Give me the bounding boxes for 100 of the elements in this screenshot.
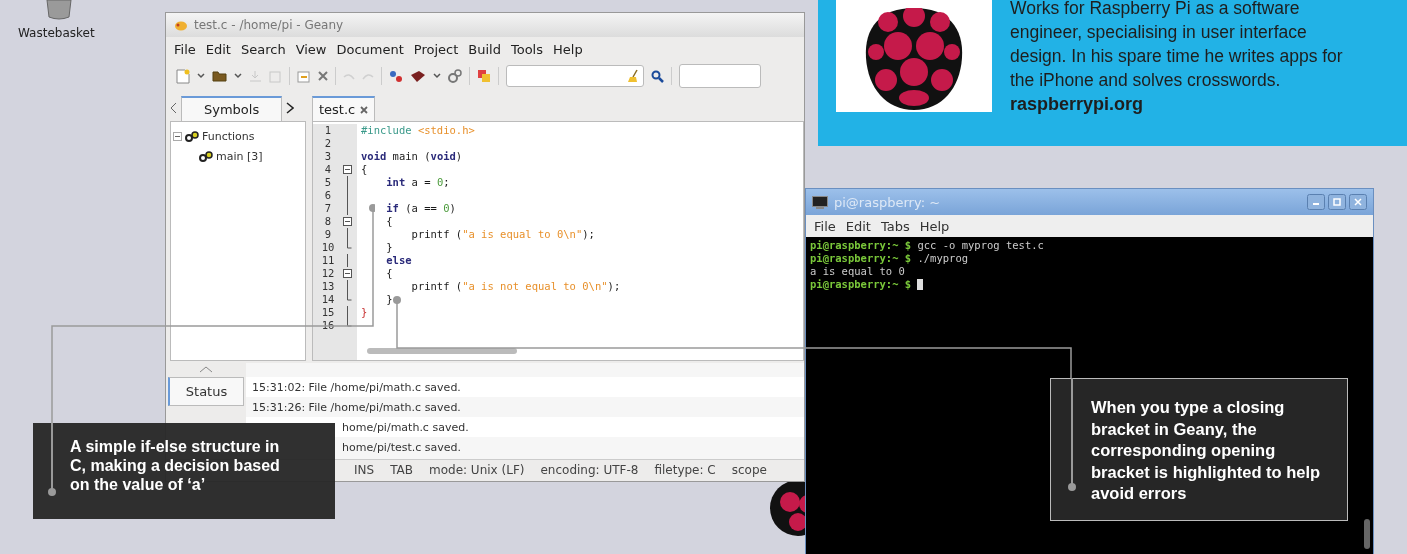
menu-item[interactable]: Edit [205, 41, 231, 57]
file-tab[interactable]: test.c [312, 96, 376, 121]
code-line: printf ("a is equal to 0\n"); [410, 228, 595, 240]
scroll-up-icon[interactable] [199, 365, 213, 373]
menu-item[interactable]: File [814, 218, 836, 234]
leader-dot-icon [1068, 483, 1076, 491]
log-message: home/pi/test.c saved. [342, 440, 462, 454]
shell-prompt: pi@raspberry:~ $ [810, 252, 912, 265]
line-number: 2 [323, 137, 333, 150]
code-line: { [385, 215, 393, 227]
scroll-right-icon[interactable] [286, 102, 295, 114]
folder-icon[interactable] [212, 70, 227, 82]
sidebar-tab[interactable]: Symbols [181, 95, 283, 121]
menu-item[interactable]: Build [468, 41, 501, 57]
status-item: mode: Unix (LF) [429, 463, 525, 477]
log-message: 15:31:26: File /home/pi/math.c saved. [252, 400, 461, 414]
symbol-icon [185, 130, 199, 142]
line-number: 11 [320, 254, 336, 267]
close-icon[interactable] [360, 105, 369, 114]
app-icon [174, 19, 188, 31]
terminal-text: a is equal to 0 [810, 265, 905, 278]
shell-prompt: pi@raspberry:~ $ [810, 239, 912, 252]
line-number: 16 [320, 319, 336, 332]
line-number: 7 [323, 202, 333, 215]
code-line: int a = 0; [385, 176, 450, 188]
terminal-text: ./myprog [916, 252, 969, 265]
menu-item[interactable]: Search [240, 41, 286, 57]
fold-marker-icon[interactable] [343, 215, 352, 228]
status-item: encoding: UTF-8 [540, 463, 639, 477]
line-number: 12 [320, 267, 336, 280]
line-number: 6 [323, 189, 333, 202]
icon-label[interactable]: Wastebasket [18, 26, 95, 40]
line-number: 4 [323, 163, 333, 176]
scrollbar[interactable] [1364, 519, 1370, 549]
dropdown-icon[interactable] [197, 73, 205, 79]
code-line: } [385, 293, 393, 305]
maximize-icon[interactable] [1328, 194, 1346, 210]
line-number: 9 [323, 228, 333, 241]
message-tab[interactable]: Status [167, 377, 245, 406]
line-number: 10 [320, 241, 336, 254]
menu-item[interactable]: Document [336, 41, 404, 57]
code-line: else [385, 254, 412, 266]
line-number: 15 [320, 306, 336, 319]
tree-item[interactable]: Functions [202, 129, 255, 143]
log-message: home/pi/math.c saved. [342, 420, 469, 434]
fold-marker-icon[interactable] [343, 163, 352, 176]
bio-text: Works for Raspberry Pi as a software engineer, specialising in user interface design. In his spare time he writes apps for the iPhone and solves crosswords. [1010, 0, 1344, 92]
code-line: if (a == 0) [385, 202, 456, 214]
scrollbar[interactable] [367, 348, 517, 354]
status-item: INS [354, 463, 375, 477]
leader-dot-icon [48, 488, 56, 496]
code-line: } [361, 306, 368, 318]
scroll-left-icon[interactable] [170, 102, 177, 114]
code-line: } [385, 241, 393, 253]
close-icon[interactable] [1349, 194, 1367, 210]
menu-item[interactable]: Help [919, 218, 950, 234]
code-line: { [361, 163, 368, 175]
shell-prompt: pi@raspberry:~ $ [810, 278, 912, 291]
symbol-icon [199, 150, 213, 162]
line-number: 1 [323, 124, 333, 137]
terminal-icon [812, 195, 828, 209]
wastebasket-icon[interactable] [44, 0, 74, 20]
log-message: 15:31:02: File /home/pi/math.c saved. [252, 380, 461, 394]
dropdown-icon[interactable] [433, 73, 441, 79]
compile-icon[interactable] [389, 69, 403, 83]
line-number: 5 [323, 176, 333, 189]
menu-item[interactable]: View [295, 41, 327, 57]
line-number: 3 [323, 150, 333, 163]
menu-item[interactable]: File [174, 41, 196, 57]
window-title: pi@raspberry: ~ [834, 194, 941, 210]
code-line: printf ("a is not equal to 0\n"); [410, 280, 621, 292]
close-icon[interactable] [318, 71, 328, 81]
tree-item[interactable]: main [3] [216, 149, 263, 163]
menu-item[interactable]: Edit [845, 218, 871, 234]
broom-icon[interactable] [627, 69, 639, 83]
status-item: filetype: C [654, 463, 716, 477]
dropdown-icon[interactable] [234, 73, 242, 79]
menu-item[interactable]: Project [413, 41, 459, 57]
window-title: test.c - /home/pi - Geany [194, 18, 344, 32]
fold-marker-icon[interactable] [343, 267, 352, 280]
search-field[interactable] [506, 65, 644, 87]
code-line: void main (void) [361, 150, 463, 162]
line-number: 8 [323, 215, 333, 228]
terminal-text: gcc -o myprog test.c [916, 239, 1044, 252]
collapse-icon[interactable] [173, 131, 182, 141]
color-chooser-icon[interactable] [477, 69, 491, 83]
line-number: 13 [320, 280, 336, 293]
menu-item[interactable]: Help [553, 41, 583, 57]
goto-line-field[interactable] [679, 64, 761, 88]
brick-icon[interactable] [410, 69, 426, 83]
menu-item[interactable]: Tabs [880, 218, 910, 234]
line-number: 14 [320, 293, 336, 306]
status-item: TAB [390, 463, 413, 477]
search-icon[interactable] [651, 69, 664, 83]
menu-item[interactable]: Tools [510, 41, 543, 57]
code-editor[interactable]: 1 2 3 4 5 6 7 8 9 10 11 12 13 14 15 16 #include <stdio.h> void main (void) { int a = 0; if (a == 0) { printf ("a is equal to 0\n"); } else { printf ("a is not equal to 0\n"); } } [312, 121, 804, 361]
revert-icon[interactable] [297, 69, 311, 83]
website-link[interactable]: raspberrypi.org [1010, 92, 1144, 116]
gears-icon[interactable] [448, 69, 462, 83]
minimize-icon[interactable] [1307, 194, 1325, 210]
